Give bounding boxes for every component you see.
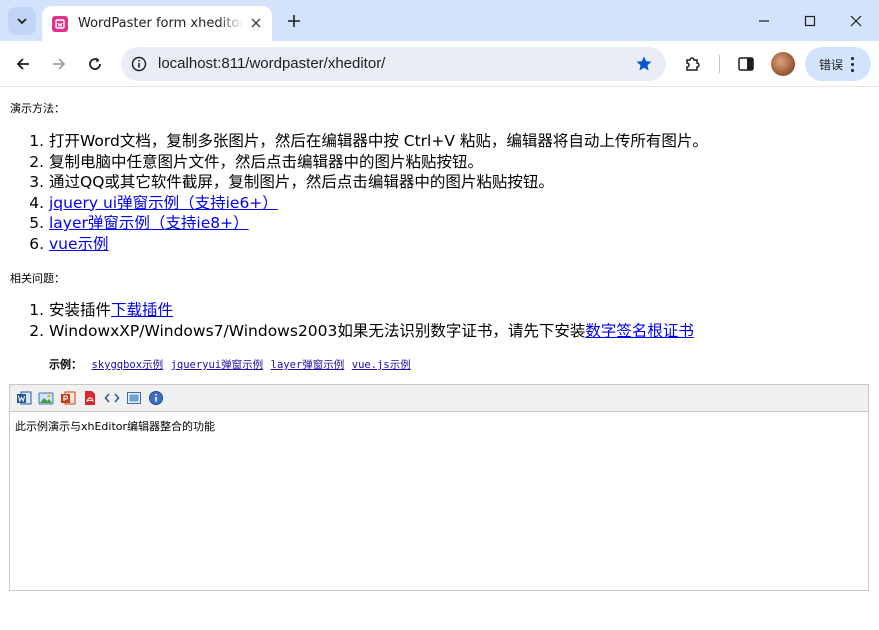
- root-cert-link[interactable]: 数字签名根证书: [585, 322, 694, 340]
- demo-step: layer弹窗示例（支持ie8+）: [49, 213, 708, 234]
- close-window-button[interactable]: [833, 0, 879, 41]
- address-bar[interactable]: localhost:811/wordpaster/xheditor/: [121, 47, 666, 81]
- error-label: 错误: [819, 57, 844, 72]
- reload-icon: [89, 57, 101, 70]
- jquery-ui-demo-link[interactable]: jquery ui弹窗示例（支持ie6+）: [49, 194, 278, 212]
- new-tab-button[interactable]: [284, 11, 304, 31]
- image-paste-icon[interactable]: [37, 389, 55, 407]
- close-icon: [850, 15, 862, 26]
- back-button[interactable]: [11, 52, 35, 76]
- minimize-button[interactable]: [741, 0, 787, 41]
- demo-step: 通过QQ或其它软件截屏，复制图片，然后点击编辑器中的图片粘贴按钮。: [49, 172, 708, 193]
- page-content: 演示方法： 打开Word文档，复制多张图片，然后在编辑器中按 Ctrl+V 粘贴…: [0, 88, 879, 630]
- tab-title: WordPaster form xheditor 1.x: [78, 16, 243, 31]
- side-panel-button[interactable]: [734, 52, 758, 76]
- close-icon: [251, 18, 261, 28]
- layer-demo-link[interactable]: layer弹窗示例（支持ie8+）: [49, 214, 249, 232]
- tab-search-button[interactable]: [8, 7, 36, 35]
- arrow-right-icon: [53, 58, 66, 70]
- side-panel-icon: [738, 57, 754, 71]
- about-icon[interactable]: [147, 389, 165, 407]
- faq-heading: 相关问题：: [10, 272, 65, 285]
- maximize-button[interactable]: [787, 0, 833, 41]
- tab-close-button[interactable]: [248, 15, 264, 31]
- editor-body-text: 此示例演示与xhEditor编辑器整合的功能: [15, 420, 216, 433]
- minimize-icon: [759, 19, 769, 22]
- profile-avatar[interactable]: [771, 52, 795, 76]
- active-tab[interactable]: WordPaster form xheditor 1.x: [42, 6, 272, 41]
- bookmark-star-icon[interactable]: [634, 54, 654, 74]
- plus-icon: [288, 15, 300, 27]
- chevron-down-icon: [17, 18, 27, 25]
- demo-step: jquery ui弹窗示例（支持ie6+）: [49, 193, 708, 214]
- word-paste-icon[interactable]: [15, 389, 33, 407]
- xheditor: 此示例演示与xhEditor编辑器整合的功能: [9, 384, 869, 591]
- example-link-jqueryui[interactable]: jqueryui弹窗示例: [171, 359, 264, 371]
- faq-item: 安装插件下载插件: [49, 300, 694, 321]
- editor-toolbar: [10, 385, 868, 412]
- faq-item: WindowxXP/Windows7/Windows2003如果无法识别数字证书…: [49, 321, 694, 342]
- source-code-icon[interactable]: [103, 389, 121, 407]
- reload-button[interactable]: [83, 52, 107, 76]
- extensions-button[interactable]: [681, 52, 705, 76]
- download-plugin-link[interactable]: 下载插件: [111, 301, 173, 319]
- faq-list: 安装插件下载插件 WindowxXP/Windows7/Windows2003如…: [30, 300, 694, 341]
- puzzle-icon: [686, 57, 700, 71]
- example-link-skygqbox[interactable]: skygqbox示例: [92, 359, 164, 371]
- demo-heading: 演示方法：: [10, 102, 65, 115]
- browser-toolbar: localhost:811/wordpaster/xheditor/ 错误: [0, 41, 879, 87]
- example-link-vue[interactable]: vue.js示例: [352, 359, 411, 371]
- url-text[interactable]: localhost:811/wordpaster/xheditor/: [158, 55, 385, 72]
- site-favicon-icon: [52, 15, 68, 32]
- examples-label: 示例：: [49, 358, 82, 371]
- toolbar-divider: [719, 55, 720, 73]
- vue-demo-link[interactable]: vue示例: [49, 235, 109, 253]
- maximize-icon: [804, 15, 816, 26]
- example-link-layer[interactable]: layer弹窗示例: [271, 359, 345, 371]
- editor-content-area[interactable]: 此示例演示与xhEditor编辑器整合的功能: [10, 412, 868, 440]
- arrow-left-icon: [16, 58, 29, 70]
- more-vert-icon: [851, 56, 855, 72]
- pdf-paste-icon[interactable]: [81, 389, 99, 407]
- demo-step: 复制电脑中任意图片文件，然后点击编辑器中的图片粘贴按钮。: [49, 152, 708, 173]
- forward-button[interactable]: [47, 52, 71, 76]
- demo-steps-list: 打开Word文档，复制多张图片，然后在编辑器中按 Ctrl+V 粘贴，编辑器将自…: [30, 131, 708, 254]
- demo-step: vue示例: [49, 234, 708, 255]
- demo-step: 打开Word文档，复制多张图片，然后在编辑器中按 Ctrl+V 粘贴，编辑器将自…: [49, 131, 708, 152]
- tab-bar: WordPaster form xheditor 1.x: [0, 0, 879, 41]
- site-info-icon[interactable]: [130, 55, 148, 73]
- error-menu-button[interactable]: 错误: [805, 47, 871, 81]
- ppt-paste-icon[interactable]: [59, 389, 77, 407]
- examples-bar: 示例： skygqbox示例 jqueryui弹窗示例 layer弹窗示例 vu…: [49, 356, 415, 372]
- fullscreen-icon[interactable]: [125, 389, 143, 407]
